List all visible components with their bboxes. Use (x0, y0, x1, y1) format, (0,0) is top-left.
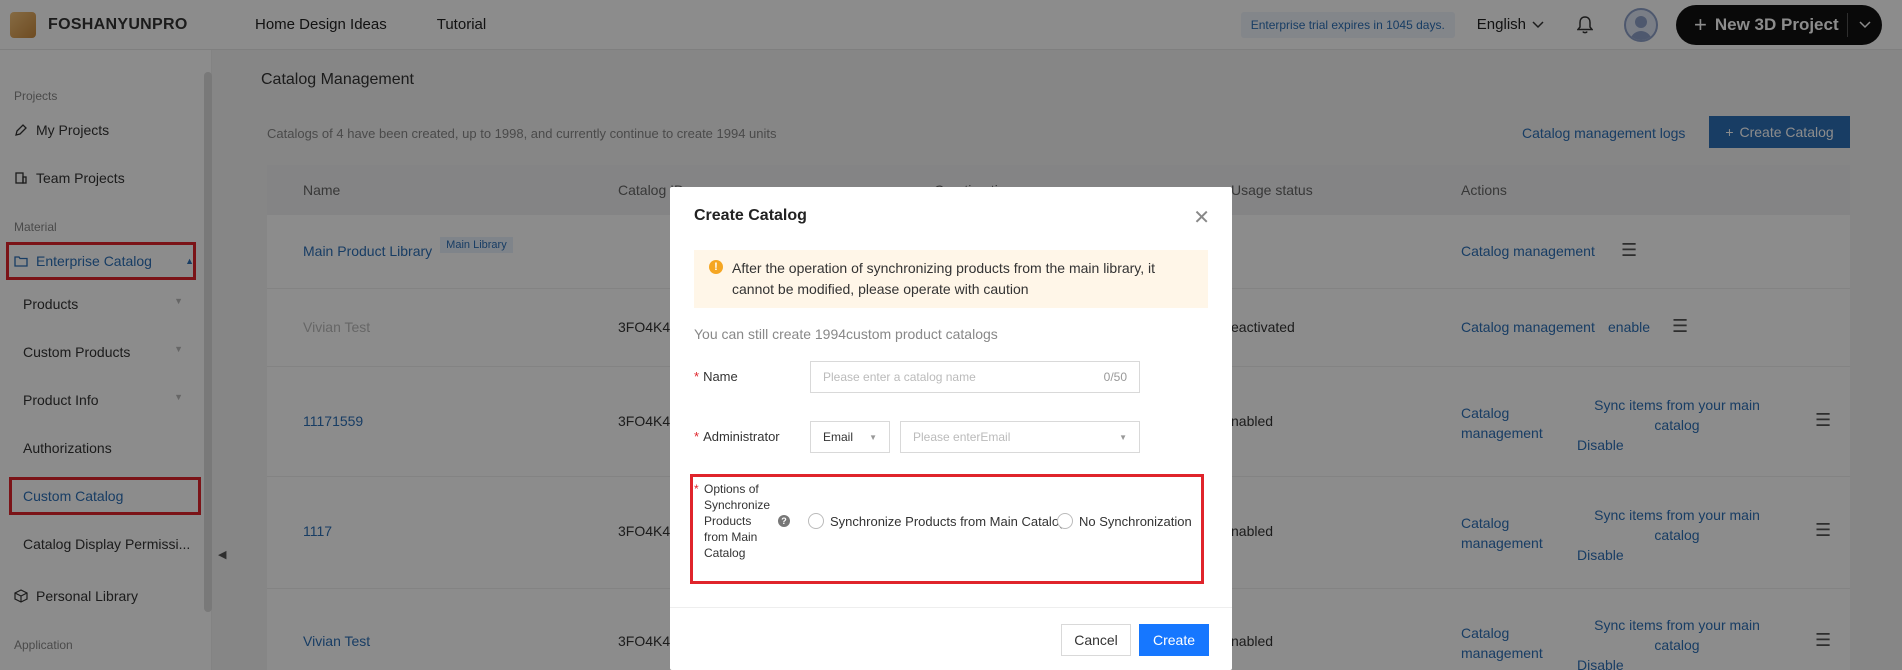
dialog-footer-divider (670, 607, 1232, 608)
remaining-note: You can still create 1994custom product … (694, 326, 998, 342)
admin-email-select[interactable]: Please enterEmail ▼ (900, 421, 1140, 453)
administrator-label: * Administrator (694, 429, 780, 444)
name-label-text: Name (703, 369, 738, 384)
required-mark: * (694, 429, 700, 444)
required-mark: * (694, 369, 700, 384)
administrator-label-text: Administrator (703, 429, 780, 444)
highlight-box (690, 474, 1204, 584)
caret-down-icon: ▼ (869, 432, 877, 442)
close-icon[interactable]: ✕ (1193, 205, 1210, 230)
create-button[interactable]: Create (1139, 624, 1209, 656)
caret-down-icon: ▼ (1119, 432, 1127, 442)
admin-email-placeholder: Please enterEmail (913, 430, 1011, 444)
admin-type-select[interactable]: Email ▼ (810, 421, 890, 453)
warning-banner: ! After the operation of synchronizing p… (694, 250, 1208, 308)
dialog-title: Create Catalog (694, 207, 807, 224)
name-label: * Name (694, 369, 738, 384)
catalog-name-placeholder: Please enter a catalog name (823, 370, 976, 384)
cancel-button[interactable]: Cancel (1061, 624, 1131, 656)
warning-text: After the operation of synchronizing pro… (732, 260, 1156, 297)
warning-icon: ! (709, 260, 723, 274)
catalog-name-input[interactable]: Please enter a catalog name 0/50 (810, 361, 1140, 393)
char-count: 0/50 (1103, 370, 1127, 384)
admin-type-value: Email (823, 430, 854, 444)
create-catalog-dialog: Create Catalog ✕ ! After the operation o… (670, 187, 1232, 670)
